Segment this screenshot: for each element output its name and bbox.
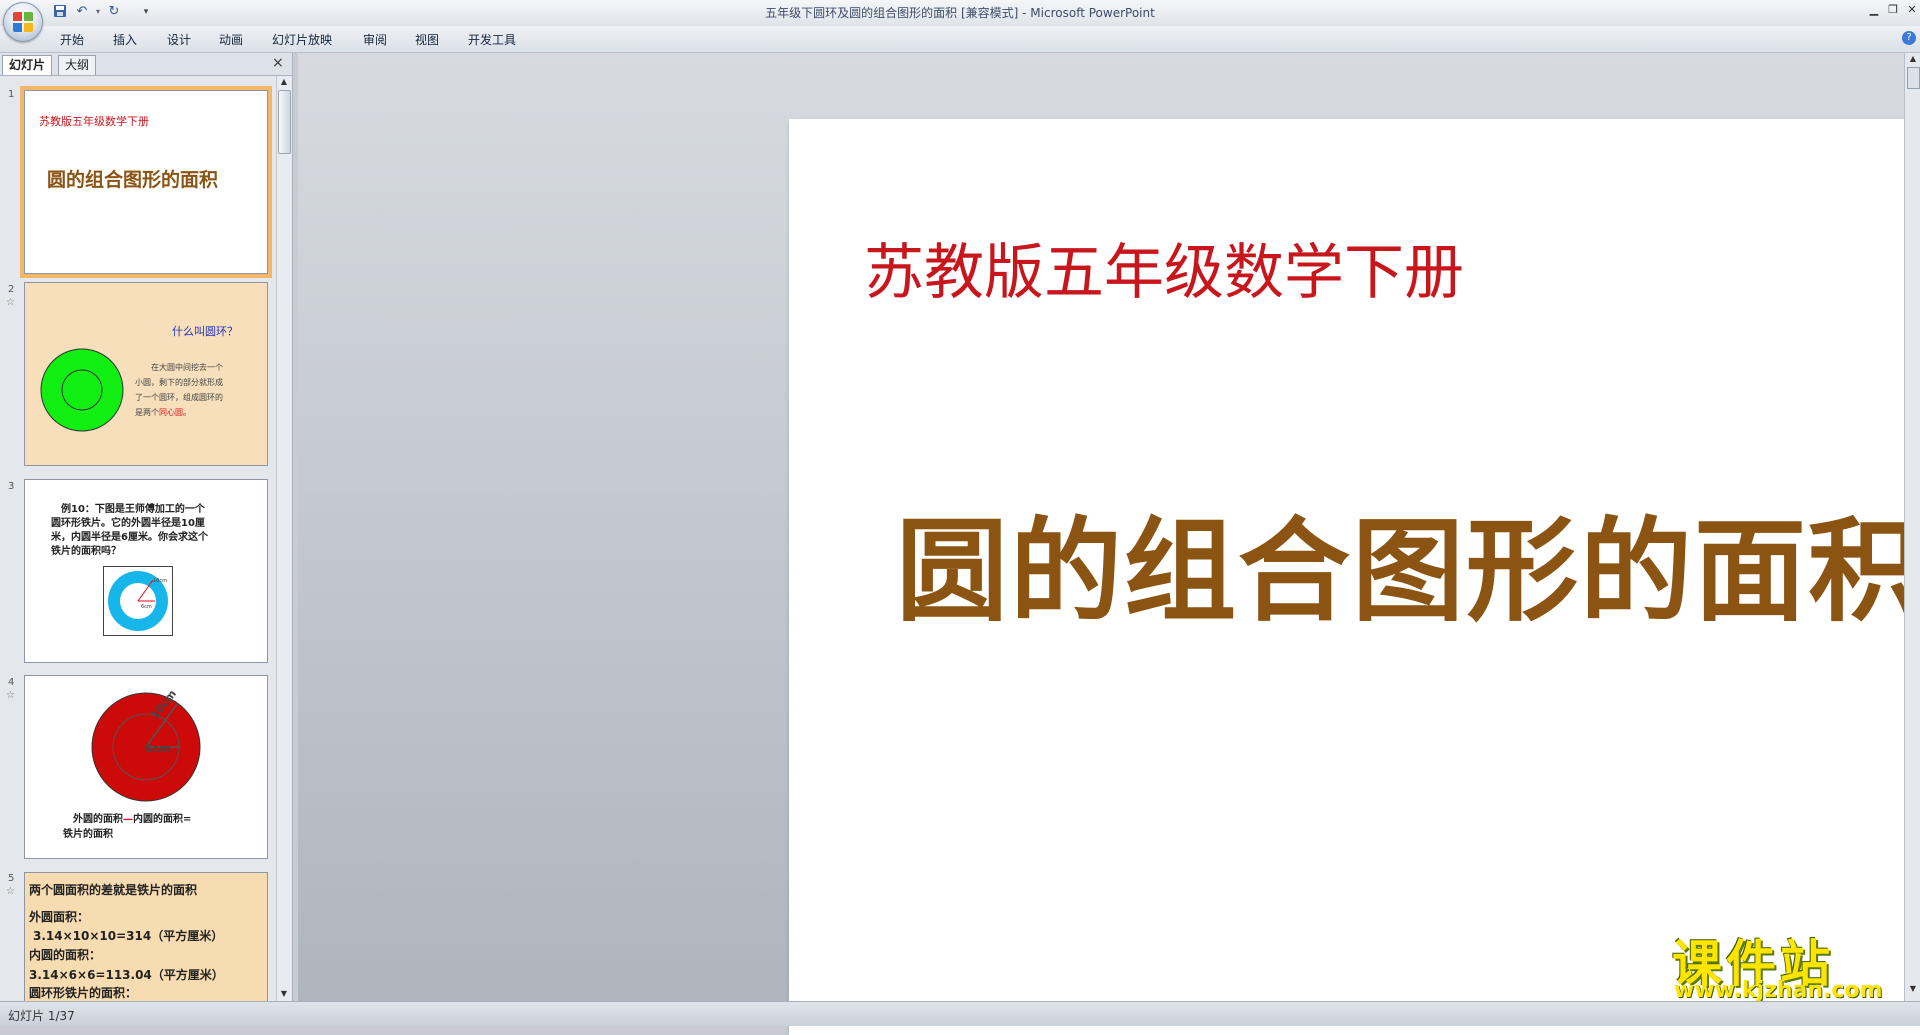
- restore-icon[interactable]: ❐: [1884, 3, 1902, 17]
- thumb-text-highlight: 同心圆: [159, 408, 183, 417]
- help-icon[interactable]: ?: [1902, 31, 1916, 45]
- thumb-text-line: 小圆，剩下的部分就形成: [135, 378, 223, 387]
- tab-animations[interactable]: 动画: [219, 31, 243, 48]
- status-bar: 幻灯片 1/37: [0, 1001, 1920, 1026]
- annulus-figure: [40, 348, 124, 432]
- scroll-thumb[interactable]: [278, 90, 291, 154]
- ribbon-tab-bar: 开始 插入 设计 动画 幻灯片放映 审阅 视图 开发工具: [0, 26, 1920, 53]
- slides-panel: 幻灯片 大纲 × 1 苏教版五年级数学下册 圆的组合图形的面积 2 ☆ 什么叫圆…: [0, 53, 293, 1001]
- slide-number: 5: [8, 873, 15, 884]
- ring-figure: [103, 566, 173, 636]
- slide-thumbnails: 1 苏教版五年级数学下册 圆的组合图形的面积 2 ☆ 什么叫圆环？ 在大圆中间挖…: [0, 76, 275, 1001]
- caption-minus: —: [123, 814, 133, 825]
- tab-view[interactable]: 视图: [415, 31, 439, 48]
- thumb-text-line: 是两个同心圆。: [135, 407, 191, 418]
- thumb-subtitle: 苏教版五年级数学下册: [39, 115, 149, 128]
- slide-number: 4: [8, 677, 15, 688]
- tab-slides[interactable]: 幻灯片: [2, 55, 53, 75]
- thumb-text-part: 是两个: [135, 408, 159, 417]
- slide-number: 3: [8, 481, 15, 492]
- caption-equals: =: [183, 814, 192, 825]
- thumbnail-scrollbar[interactable]: ▲ ▼: [276, 76, 291, 1001]
- slide-editing-area: 苏教版五年级数学下册 圆的组合图形的面积: [298, 53, 1920, 1035]
- watermark-url: www.kjzhan.com: [1674, 978, 1883, 1003]
- thumb-text-line: 例10：下图是王师傅加工的一个: [61, 504, 205, 515]
- ring-outer-radius-label: 10cm: [153, 578, 167, 584]
- scroll-up-icon[interactable]: ▲: [1906, 53, 1920, 65]
- tab-review[interactable]: 审阅: [363, 31, 387, 48]
- scroll-down-icon[interactable]: ▼: [1906, 983, 1920, 995]
- tab-slideshow[interactable]: 幻灯片放映: [272, 31, 332, 48]
- tab-design[interactable]: 设计: [167, 31, 191, 48]
- thumb-text-line: 内圆的面积：: [29, 948, 102, 962]
- slide-thumbnail-2[interactable]: 什么叫圆环？ 在大圆中间挖去一个 小圆，剩下的部分就形成 了一个圆环，组成圆环的…: [24, 282, 268, 466]
- thumb-title: 圆的组合图形的面积: [47, 169, 219, 191]
- thumb-text-line: 3.14×10×10=314（平方厘米）: [33, 929, 224, 943]
- close-icon[interactable]: ✕: [1903, 3, 1920, 17]
- slide-subtitle[interactable]: 苏教版五年级数学下册: [864, 224, 1464, 311]
- tab-home[interactable]: 开始: [60, 31, 84, 48]
- office-logo-icon: [13, 12, 33, 32]
- watermark-logo: 课件站 www.kjzhan.com: [1668, 924, 1908, 1004]
- slide-thumbnail-4[interactable]: 10cm 6cm 外圆的面积—内圆的面积= 铁片的面积: [24, 675, 268, 859]
- thumb-text-line: 外圆面积：: [29, 910, 90, 924]
- slide-number: 1: [8, 89, 15, 100]
- thumb-caption: 外圆的面积—内圆的面积=: [73, 810, 191, 825]
- animation-star-icon: ☆: [6, 297, 15, 308]
- ring-inner-radius-label: 6cm: [141, 604, 152, 610]
- thumb-text-line: 了一个圆环，组成圆环的: [135, 393, 223, 402]
- thumb-text-part: 。: [183, 408, 191, 417]
- scroll-thumb[interactable]: [1907, 67, 1920, 89]
- tab-developer[interactable]: 开发工具: [468, 31, 516, 48]
- caption-part: 外圆的面积: [73, 814, 123, 825]
- slide-counter: 幻灯片 1/37: [8, 1009, 75, 1023]
- panel-tabs: 幻灯片 大纲 ×: [0, 53, 292, 76]
- slide-number: 2: [8, 284, 15, 295]
- thumb-text-line: 3.14×6×6=113.04（平方厘米）: [29, 968, 224, 982]
- thumb-caption-line: 铁片的面积: [63, 829, 113, 840]
- thumb-text-line: 铁片的面积吗？: [51, 546, 121, 557]
- thumb-text-line: 圆环形铁片的面积：: [29, 986, 138, 1000]
- tab-outline[interactable]: 大纲: [58, 55, 97, 75]
- thumb-text-line: 两个圆面积的差就是铁片的面积: [29, 883, 198, 897]
- animation-star-icon: ☆: [6, 690, 15, 701]
- caption-part: 内圆的面积: [133, 814, 183, 825]
- title-bar: ↶ ▾ ↻ ▾ 五年级下圆环及圆的组合图形的面积 [兼容模式] - Micros…: [0, 0, 1920, 42]
- slide-title[interactable]: 圆的组合图形的面积: [896, 481, 1920, 643]
- editor-scrollbar[interactable]: ▲ ▼: [1904, 53, 1920, 1001]
- tab-insert[interactable]: 插入: [113, 31, 137, 48]
- inner-radius-label: 6cm: [145, 742, 171, 755]
- slide-thumbnail-3[interactable]: 例10：下图是王师傅加工的一个 圆环形铁片。它的外圆半径是10厘 米，内圆半径是…: [24, 479, 268, 663]
- slide-thumbnail-1[interactable]: 苏教版五年级数学下册 圆的组合图形的面积: [20, 86, 272, 278]
- thumb-text-line: 圆环形铁片。它的外圆半径是10厘: [51, 518, 205, 529]
- office-button[interactable]: [3, 2, 43, 42]
- thumb-text-line: 米，内圆半径是6厘米。你会求这个: [51, 532, 208, 543]
- slide-thumbnail-5[interactable]: 两个圆面积的差就是铁片的面积 外圆面积： 3.14×10×10=314（平方厘米…: [24, 872, 268, 1001]
- minimize-icon[interactable]: ▁: [1865, 3, 1883, 17]
- window-title: 五年级下圆环及圆的组合图形的面积 [兼容模式] - Microsoft Powe…: [765, 6, 1155, 20]
- scroll-down-icon[interactable]: ▼: [277, 988, 291, 1000]
- scroll-up-icon[interactable]: ▲: [277, 76, 291, 88]
- current-slide[interactable]: 苏教版五年级数学下册 圆的组合图形的面积: [789, 119, 1920, 1035]
- animation-star-icon: ☆: [6, 886, 15, 897]
- panel-close-icon[interactable]: ×: [272, 55, 284, 71]
- thumb-text-line: 在大圆中间挖去一个: [151, 363, 223, 372]
- thumb-heading: 什么叫圆环？: [172, 325, 238, 338]
